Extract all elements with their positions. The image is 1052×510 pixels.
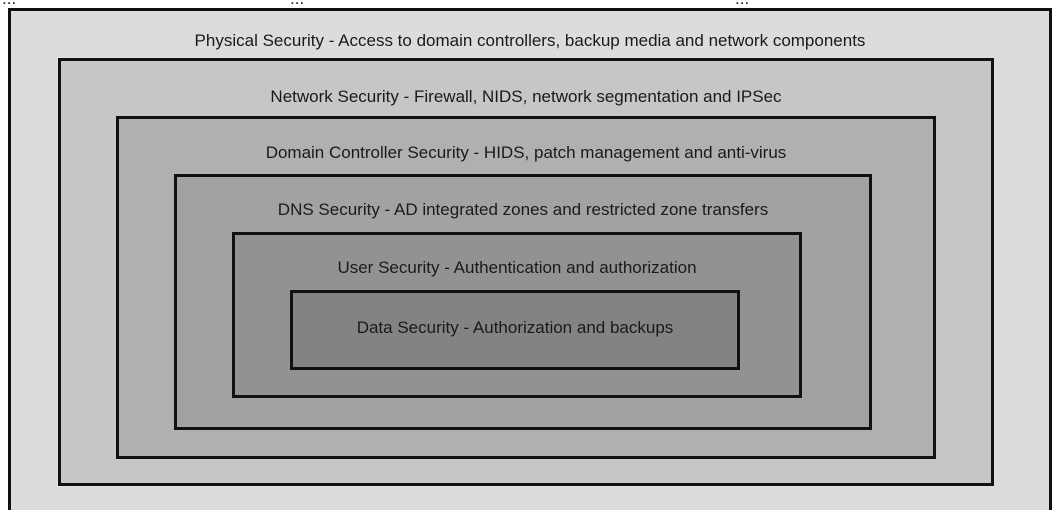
data-security-label: Data Security - Authorization and backup… xyxy=(356,318,674,337)
dns-security-label: DNS Security - AD integrated zones and r… xyxy=(277,200,769,219)
data-security-layer: Data Security - Authorization and backup… xyxy=(290,290,740,370)
domain-controller-security-label: Domain Controller Security - HIDS, patch… xyxy=(265,143,787,162)
network-security-label: Network Security - Firewall, NIDS, netwo… xyxy=(270,87,782,106)
dns-security-layer: DNS Security - AD integrated zones and r… xyxy=(174,174,872,430)
user-security-layer: User Security - Authentication and autho… xyxy=(232,232,802,398)
user-security-label: User Security - Authentication and autho… xyxy=(337,258,697,277)
physical-security-layer: Physical Security - Access to domain con… xyxy=(8,8,1052,510)
physical-security-label: Physical Security - Access to domain con… xyxy=(194,31,866,50)
domain-controller-security-layer: Domain Controller Security - HIDS, patch… xyxy=(116,116,936,459)
network-security-layer: Network Security - Firewall, NIDS, netwo… xyxy=(58,58,994,486)
